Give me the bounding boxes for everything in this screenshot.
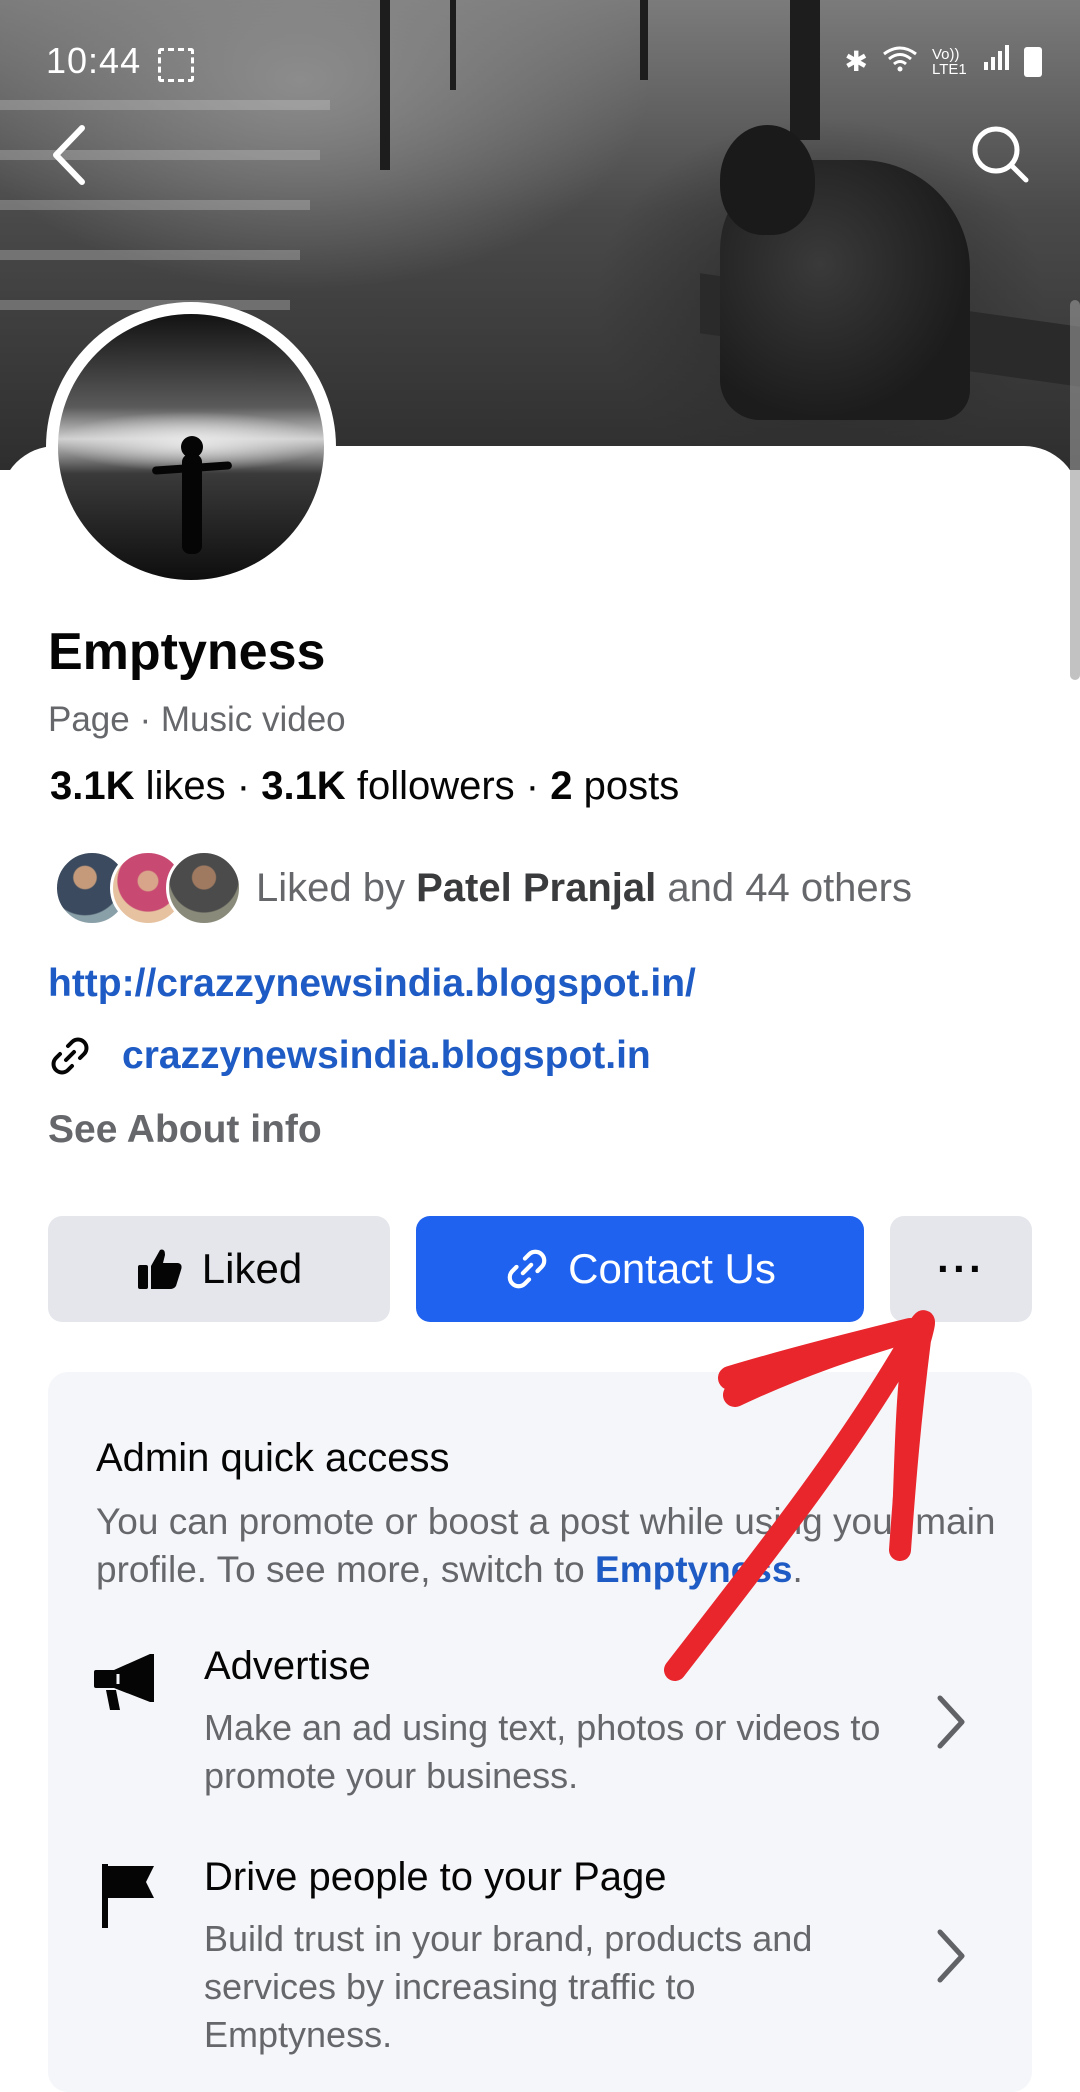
status-bar: 10:44 ✱ Vo)) LTE1: [0, 0, 1080, 110]
liked-by-row[interactable]: Liked by Patel Pranjal and 44 others: [54, 850, 912, 926]
likes-label: likes: [145, 764, 226, 808]
page-title: Emptyness: [48, 623, 326, 681]
advertise-title: Advertise: [204, 1644, 371, 1688]
website-link[interactable]: crazzynewsindia.blogspot.in: [122, 1034, 651, 1078]
website-url-link[interactable]: http://crazzynewsindia.blogspot.in/: [48, 962, 696, 1006]
chevron-left-icon: [53, 125, 85, 185]
status-icons: ✱ Vo)) LTE1: [845, 44, 1042, 79]
thumbs-up-icon: [136, 1247, 184, 1291]
liked-button[interactable]: Liked: [48, 1216, 390, 1322]
posts-count: 2: [550, 764, 573, 808]
link-icon: [504, 1246, 550, 1292]
wifi-icon: [882, 44, 918, 79]
contact-us-button[interactable]: Contact Us: [416, 1216, 864, 1322]
admin-panel-description: You can promote or boost a post while us…: [96, 1501, 996, 1590]
bluetooth-icon: ✱: [844, 46, 868, 77]
liked-button-label: Liked: [201, 1245, 303, 1292]
contact-us-label: Contact Us: [568, 1245, 776, 1292]
status-time: 10:44: [46, 40, 142, 81]
followers-label: followers: [356, 764, 515, 808]
flag-icon: [102, 1864, 154, 1928]
friend-avatar: [166, 850, 242, 926]
more-options-button[interactable]: ···: [890, 1216, 1032, 1322]
liked-by-name[interactable]: Patel Pranjal: [416, 866, 656, 910]
network-label: Vo)) LTE1: [932, 45, 967, 78]
back-button[interactable]: [40, 120, 100, 190]
posts-label: posts: [583, 764, 680, 808]
website-row[interactable]: crazzynewsindia.blogspot.in: [48, 1034, 651, 1078]
signal-icon: [982, 44, 1010, 79]
drive-people-description: Build trust in your brand, products and …: [204, 1918, 813, 2055]
screenshot-indicator-icon: [158, 48, 194, 82]
scrollbar[interactable]: [1070, 300, 1080, 680]
liked-by-text: Liked by Patel Pranjal and 44 others: [256, 865, 912, 910]
drive-people-title: Drive people to your Page: [204, 1855, 667, 1899]
advertise-description: Make an ad using text, photos or videos …: [204, 1707, 881, 1796]
switch-profile-link[interactable]: Emptyness: [595, 1549, 792, 1590]
megaphone-icon: [94, 1654, 154, 1710]
search-icon: [972, 126, 1029, 183]
avatar[interactable]: [58, 314, 324, 580]
page-stats: 3.1K likes · 3.1K followers · 2 posts: [50, 764, 680, 808]
admin-panel-title: Admin quick access: [96, 1436, 450, 1480]
see-about-link[interactable]: See About info: [48, 1108, 322, 1152]
link-icon: [51, 1037, 89, 1075]
search-button[interactable]: [968, 122, 1032, 186]
more-icon: ···: [937, 1245, 985, 1292]
followers-count: 3.1K: [261, 764, 346, 808]
battery-icon: [1024, 46, 1042, 77]
chevron-right-icon: [937, 1929, 965, 1983]
chevron-right-icon: [937, 1695, 965, 1749]
likes-count: 3.1K: [50, 764, 135, 808]
page-category: Page · Music video: [48, 700, 346, 739]
